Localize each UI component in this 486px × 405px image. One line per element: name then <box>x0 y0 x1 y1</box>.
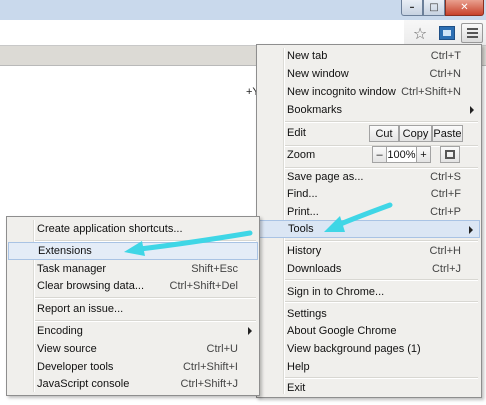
menu-item-tools[interactable]: Tools <box>258 220 480 238</box>
menu-item-settings[interactable]: Settings <box>258 305 480 323</box>
shortcut: Ctrl+P <box>430 206 461 218</box>
menu-item-help[interactable]: Help <box>258 358 480 376</box>
menu-item-extensions[interactable]: Extensions <box>8 242 258 260</box>
submenu-arrow-icon <box>470 106 474 114</box>
shortcut: Shift+Esc <box>191 263 238 275</box>
cut-button[interactable]: Cut <box>369 125 399 142</box>
extension-icon[interactable] <box>436 23 458 43</box>
menu-separator <box>35 297 256 299</box>
menu-item-encoding[interactable]: Encoding <box>8 322 258 340</box>
zoom-in-button[interactable]: + <box>417 146 431 163</box>
minimize-button[interactable]: – <box>401 0 423 16</box>
menu-item-exit[interactable]: Exit <box>258 379 480 397</box>
fullscreen-icon[interactable] <box>440 146 460 163</box>
menu-item-sign-in[interactable]: Sign in to Chrome... <box>258 283 480 301</box>
menu-item-developer-tools[interactable]: Developer tools Ctrl+Shift+I <box>8 358 258 376</box>
tools-submenu: Create application shortcuts... Extensio… <box>6 216 260 396</box>
menu-item-create-shortcuts[interactable]: Create application shortcuts... <box>8 220 258 238</box>
shortcut: Ctrl+S <box>430 171 461 183</box>
menu-item-new-window[interactable]: New window Ctrl+N <box>258 65 480 83</box>
menu-item-about-chrome[interactable]: About Google Chrome <box>258 322 480 340</box>
menu-item-save-page-as[interactable]: Save page as... Ctrl+S <box>258 168 480 186</box>
shortcut: Ctrl+U <box>206 343 238 355</box>
menu-item-find[interactable]: Find... Ctrl+F <box>258 185 480 203</box>
shortcut: Ctrl+Shift+N <box>401 86 461 98</box>
submenu-arrow-icon <box>469 226 473 234</box>
shortcut: Ctrl+F <box>430 188 461 200</box>
copy-button[interactable]: Copy <box>399 125 432 142</box>
menu-item-new-tab[interactable]: New tab Ctrl+T <box>258 47 480 65</box>
maximize-button[interactable]: □ <box>423 0 445 16</box>
menu-item-report-issue[interactable]: Report an issue... <box>8 300 258 318</box>
menu-item-clear-browsing-data[interactable]: Clear browsing data... Ctrl+Shift+Del <box>8 277 258 295</box>
menu-item-task-manager[interactable]: Task manager Shift+Esc <box>8 260 258 278</box>
menu-item-downloads[interactable]: Downloads Ctrl+J <box>258 260 480 278</box>
menu-item-view-source[interactable]: View source Ctrl+U <box>8 340 258 358</box>
close-button[interactable]: ✕ <box>445 0 484 16</box>
menu-item-background-pages[interactable]: View background pages (1) <box>258 340 480 358</box>
bookmark-star-icon[interactable]: ☆ <box>409 23 431 43</box>
shortcut: Ctrl+J <box>431 263 461 275</box>
close-icon: ✕ <box>460 2 469 13</box>
maximize-icon: □ <box>429 2 439 13</box>
shortcut: Ctrl+H <box>429 245 461 257</box>
minimize-icon: – <box>409 2 415 13</box>
address-bar[interactable] <box>0 20 404 45</box>
shortcut: Ctrl+T <box>430 50 461 62</box>
menu-item-new-incognito-window[interactable]: New incognito window Ctrl+Shift+N <box>258 83 480 101</box>
menu-item-print[interactable]: Print... Ctrl+P <box>258 203 480 221</box>
zoom-out-button[interactable]: – <box>372 146 387 163</box>
chrome-main-menu: New tab Ctrl+T New window Ctrl+N New inc… <box>256 44 482 398</box>
chrome-menu-button[interactable] <box>461 23 483 43</box>
paste-button[interactable]: Paste <box>432 125 463 142</box>
menu-item-history[interactable]: History Ctrl+H <box>258 242 480 260</box>
browser-toolbar: ☆ <box>0 20 486 46</box>
menu-separator <box>285 279 478 281</box>
shortcut: Ctrl+Shift+Del <box>169 280 238 292</box>
shortcut: Ctrl+Shift+J <box>180 378 238 390</box>
menu-item-bookmarks[interactable]: Bookmarks <box>258 101 480 119</box>
menu-separator <box>285 301 478 303</box>
submenu-arrow-icon <box>248 327 252 335</box>
shortcut: Ctrl+Shift+I <box>182 361 238 373</box>
hamburger-icon <box>466 28 478 30</box>
shortcut: Ctrl+N <box>429 68 461 80</box>
menu-item-javascript-console[interactable]: JavaScript console Ctrl+Shift+J <box>8 375 258 393</box>
zoom-level-value: 100% <box>387 146 417 163</box>
